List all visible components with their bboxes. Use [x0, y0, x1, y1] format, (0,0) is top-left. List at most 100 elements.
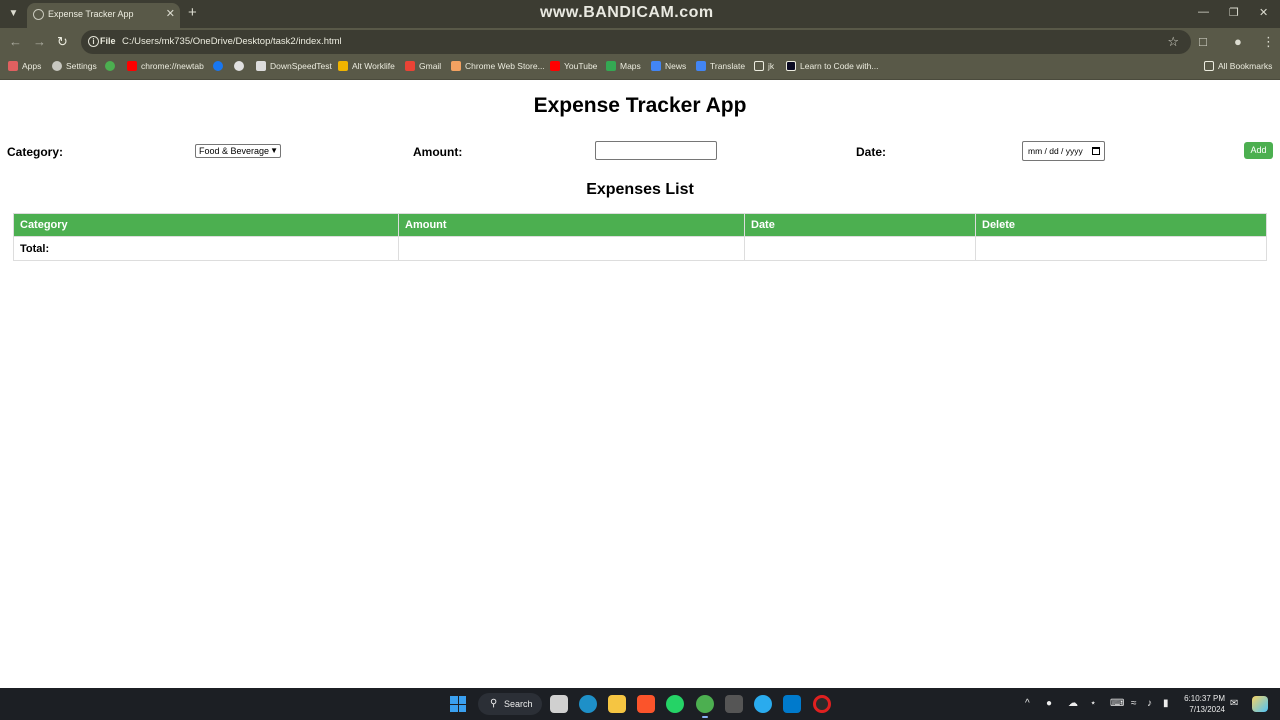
news-icon: [651, 61, 661, 71]
youtube-icon: [127, 61, 137, 71]
browser-toolbar: ← → ↻ i File C:/Users/mk735/OneDrive/Des…: [0, 28, 1280, 56]
maps-icon: [606, 61, 616, 71]
all-bookmarks[interactable]: All Bookmarks: [1204, 61, 1272, 71]
chrome-icon: [105, 61, 115, 71]
windows-start-icon[interactable]: [450, 696, 466, 712]
bookmark-downspeedtest[interactable]: DownSpeedTest: [256, 61, 332, 71]
bookmark-news[interactable]: News: [651, 61, 686, 71]
wifi-icon[interactable]: ≈: [1131, 698, 1137, 709]
bookmark-apps[interactable]: Apps: [8, 61, 41, 71]
total-row: Total:: [13, 236, 1267, 261]
bookmark-chrome-icon-only[interactable]: [105, 61, 119, 71]
page-title: Expense Tracker App: [533, 94, 747, 117]
task-view-icon[interactable]: [550, 695, 568, 713]
tab-close-icon[interactable]: ✕: [166, 7, 175, 20]
expenses-list-title: Expenses List: [586, 181, 694, 198]
total-delete-cell: [975, 236, 1267, 261]
edge-icon[interactable]: [579, 695, 597, 713]
bookmark-star-icon[interactable]: ☆: [1167, 34, 1179, 50]
notification-bell-icon[interactable]: ✉: [1230, 698, 1238, 709]
taskbar-search-label: Search: [504, 699, 533, 709]
search-icon: ⚲: [490, 698, 498, 709]
web-store-icon: [451, 61, 461, 71]
gmail-icon: [405, 61, 415, 71]
app-icon[interactable]: [725, 695, 743, 713]
browser-tab[interactable]: Expense Tracker App ✕: [27, 3, 180, 28]
reload-icon[interactable]: ↻: [57, 34, 68, 50]
apps-grid-icon: [8, 61, 18, 71]
bookmark-chrome-web-store[interactable]: Chrome Web Store...: [451, 61, 545, 71]
date-placeholder: mm / dd / yyyy: [1028, 146, 1083, 156]
copilot-icon[interactable]: [1252, 696, 1268, 712]
tab-title: Expense Tracker App: [48, 9, 134, 19]
tray-cloud-icon[interactable]: ☁: [1068, 698, 1078, 709]
date-input[interactable]: mm / dd / yyyy: [1022, 141, 1105, 161]
chrome-taskbar-icon[interactable]: [696, 695, 714, 713]
bookmark-maps[interactable]: Maps: [606, 61, 641, 71]
taskbar-search[interactable]: ⚲ Search: [478, 693, 542, 715]
bookmark-settings[interactable]: Settings: [52, 61, 97, 71]
facebook-icon: [213, 61, 223, 71]
tab-favicon-icon: [33, 9, 44, 20]
category-selected-value: Food & Beverage: [199, 146, 270, 156]
calendar-icon[interactable]: [1092, 147, 1100, 155]
header-amount: Amount: [398, 213, 745, 237]
tab-search-chevron-icon[interactable]: ▼: [5, 5, 22, 22]
new-tab-plus-icon[interactable]: +: [188, 4, 197, 21]
bookmark-learn-to-code[interactable]: Learn to Code with...: [786, 61, 878, 71]
bluetooth-icon[interactable]: ⋆: [1090, 698, 1096, 709]
total-amount: [398, 236, 745, 261]
bookmark-globe[interactable]: [234, 61, 248, 71]
file-explorer-icon[interactable]: [608, 695, 626, 713]
window-close-icon[interactable]: ✕: [1259, 6, 1268, 19]
extensions-icon[interactable]: □: [1199, 34, 1207, 49]
freecodecamp-icon: [786, 61, 796, 71]
browser-titlebar: ▼ Expense Tracker App ✕ + www.BANDICAM.c…: [0, 0, 1280, 28]
folder-icon: [1204, 61, 1214, 71]
category-select[interactable]: Food & Beverage ▼: [195, 144, 281, 158]
bookmark-folder-jk[interactable]: jk: [754, 61, 774, 71]
bookmark-youtube[interactable]: YouTube: [550, 61, 597, 71]
restore-icon[interactable]: ❐: [1229, 6, 1239, 19]
battery-icon[interactable]: ▮: [1163, 698, 1169, 709]
bookmarks-bar: Apps Settings chrome://newtab DownSpeedT…: [0, 56, 1280, 80]
whatsapp-icon[interactable]: [666, 695, 684, 713]
tray-app-icon[interactable]: ●: [1046, 698, 1052, 709]
speaker-muted-icon[interactable]: ♪: [1147, 698, 1152, 709]
amount-input[interactable]: [595, 141, 717, 160]
bookmark-newtab[interactable]: chrome://newtab: [127, 61, 204, 71]
document-icon: [256, 61, 266, 71]
profile-icon[interactable]: ●: [1234, 34, 1242, 49]
site-info-icon[interactable]: i: [88, 36, 99, 47]
brave-icon[interactable]: [637, 695, 655, 713]
forward-arrow-icon[interactable]: →: [33, 34, 46, 49]
amount-label: Amount:: [413, 145, 463, 159]
table-header-row: Category Amount Date Delete: [13, 213, 1267, 237]
menu-kebab-icon[interactable]: ⋮: [1262, 34, 1275, 50]
expenses-table: Category Amount Date Delete Total:: [13, 213, 1267, 261]
bookmark-gmail[interactable]: Gmail: [405, 61, 441, 71]
date-label: Date:: [856, 145, 887, 159]
back-arrow-icon[interactable]: ←: [9, 34, 22, 49]
gear-icon: [52, 61, 62, 71]
header-date: Date: [744, 213, 976, 237]
tray-chevron-up-icon[interactable]: ^: [1025, 698, 1030, 709]
chevron-down-icon: ▼: [270, 146, 278, 155]
minimize-icon[interactable]: —: [1198, 6, 1209, 18]
bookmark-alt-worklife[interactable]: Alt Worklife: [338, 61, 395, 71]
address-bar[interactable]: i File C:/Users/mk735/OneDrive/Desktop/t…: [81, 30, 1191, 54]
globe-icon: [234, 61, 244, 71]
keyboard-icon[interactable]: ⌨: [1110, 698, 1124, 709]
url-scheme: File: [100, 36, 116, 46]
bookmark-translate[interactable]: Translate: [696, 61, 745, 71]
bandicam-record-icon[interactable]: [813, 695, 831, 713]
telegram-icon[interactable]: [754, 695, 772, 713]
youtube-icon: [550, 61, 560, 71]
taskbar-clock[interactable]: 6:10:37 PM 7/13/2024: [1180, 693, 1225, 715]
add-button[interactable]: Add: [1244, 142, 1273, 159]
vscode-icon[interactable]: [783, 695, 801, 713]
bandicam-watermark: www.BANDICAM.com: [540, 4, 714, 21]
worklife-icon: [338, 61, 348, 71]
url-text[interactable]: C:/Users/mk735/OneDrive/Desktop/task2/in…: [122, 36, 342, 47]
bookmark-facebook[interactable]: [213, 61, 227, 71]
